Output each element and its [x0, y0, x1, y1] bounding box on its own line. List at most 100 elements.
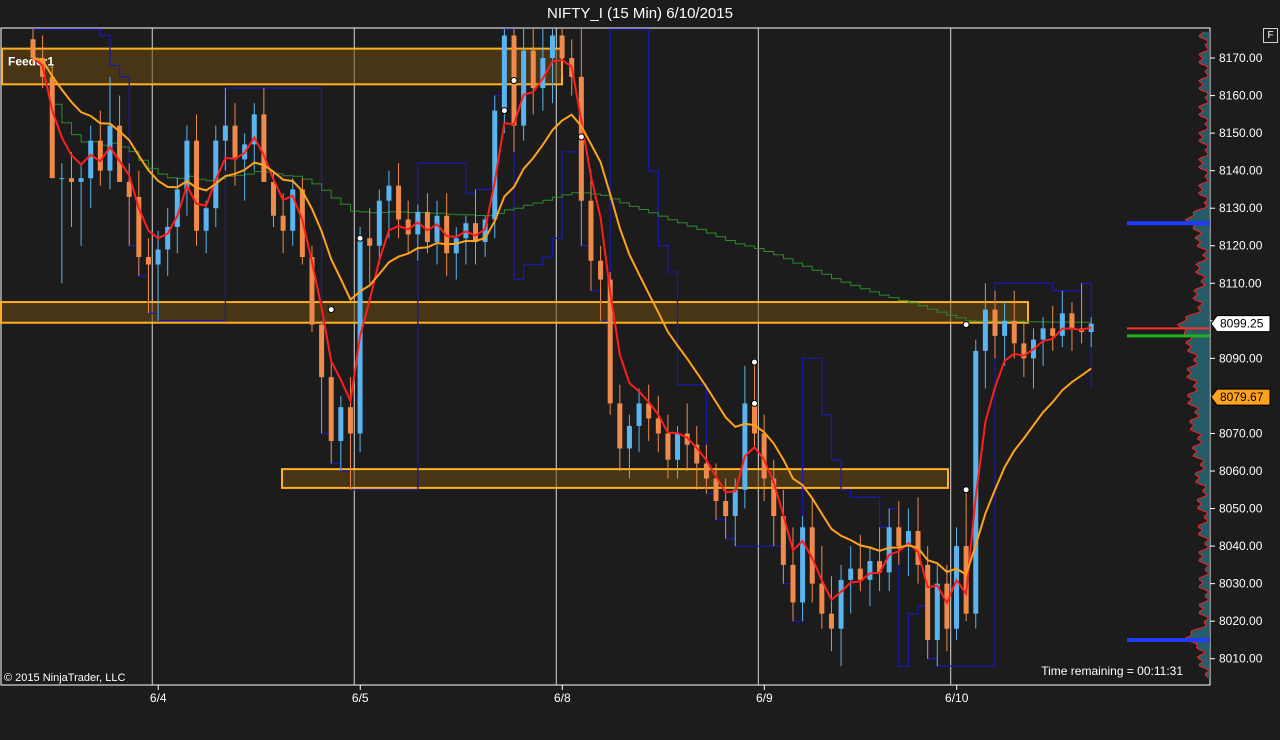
candle-body[interactable] — [934, 583, 940, 640]
candle-body[interactable] — [473, 223, 479, 242]
x-tick-label: 6/5 — [352, 691, 369, 705]
candle-body[interactable] — [88, 140, 94, 179]
candle-body[interactable] — [925, 564, 931, 640]
x-tick-label: 6/9 — [756, 691, 773, 705]
candle-body[interactable] — [386, 185, 392, 201]
candle-body[interactable] — [886, 527, 892, 573]
candle-body[interactable] — [155, 249, 161, 265]
candle-body[interactable] — [328, 377, 334, 441]
candle-body[interactable] — [1069, 313, 1075, 329]
signal-dot — [500, 107, 508, 115]
price-marker-label: 8099.25 — [1220, 317, 1264, 331]
y-tick-label: 8020.00 — [1219, 614, 1263, 628]
candle-body[interactable] — [30, 39, 36, 59]
y-tick-label: 8140.00 — [1219, 164, 1263, 178]
candle-body[interactable] — [992, 309, 998, 336]
chart-title: NIFTY_I (15 Min) 6/10/2015 — [0, 0, 1280, 27]
zone-box[interactable] — [1, 47, 563, 86]
candle-body[interactable] — [675, 433, 681, 460]
zone-box[interactable] — [0, 301, 1029, 324]
candle-body[interactable] — [347, 407, 353, 434]
candle-body[interactable] — [944, 583, 950, 629]
y-tick-label: 8030.00 — [1219, 577, 1263, 591]
candle-body[interactable] — [838, 579, 844, 629]
candle-body[interactable] — [97, 140, 103, 171]
candle-body[interactable] — [424, 211, 430, 242]
candle-body[interactable] — [559, 35, 565, 59]
candle-body[interactable] — [367, 238, 373, 246]
candle-body[interactable] — [222, 125, 228, 141]
y-tick-label: 8170.00 — [1219, 51, 1263, 65]
price-chart[interactable]: Feeder1 8170.008160.008150.008140.008130… — [0, 27, 1280, 740]
candle-body[interactable] — [982, 309, 988, 351]
candle-body[interactable] — [68, 178, 74, 182]
signal-dot — [510, 77, 518, 85]
candle-body[interactable] — [271, 181, 276, 216]
candle-body[interactable] — [617, 403, 623, 449]
y-tick-label: 8110.00 — [1219, 276, 1262, 290]
candle-body[interactable] — [232, 125, 238, 160]
y-tick-label: 8150.00 — [1219, 126, 1263, 140]
candle-body[interactable] — [78, 178, 84, 182]
candle-body[interactable] — [280, 215, 286, 231]
candle-body[interactable] — [203, 208, 209, 231]
candle-body[interactable] — [752, 403, 757, 434]
candle-body[interactable] — [848, 568, 854, 580]
candle-body[interactable] — [828, 613, 834, 629]
candle-body[interactable] — [800, 527, 806, 603]
candle-body[interactable] — [742, 403, 748, 490]
candle-body[interactable] — [857, 568, 863, 580]
candle-body[interactable] — [1011, 320, 1017, 344]
y-tick-label: 8010.00 — [1219, 652, 1263, 666]
candle-body[interactable] — [1050, 328, 1056, 336]
candle-body[interactable] — [1040, 328, 1046, 340]
signal-dot — [962, 486, 970, 494]
candle-body[interactable] — [501, 35, 507, 111]
candle-body[interactable] — [867, 561, 873, 580]
signal-dot — [327, 306, 335, 314]
candle-body[interactable] — [49, 76, 55, 179]
candle-body[interactable] — [145, 257, 151, 265]
candle-body[interactable] — [59, 178, 65, 180]
plot-area[interactable] — [0, 27, 1211, 686]
copyright-text: © 2015 NinjaTrader, LLC — [4, 672, 125, 684]
candle-body[interactable] — [665, 433, 671, 460]
candle-body[interactable] — [636, 403, 642, 426]
candle-body[interactable] — [1002, 320, 1008, 336]
candle-body[interactable] — [549, 35, 555, 59]
candle-body[interactable] — [530, 50, 536, 89]
candle-body[interactable] — [1059, 313, 1065, 336]
candle-body[interactable] — [453, 238, 459, 254]
candle-body[interactable] — [540, 58, 546, 89]
candle-body[interactable] — [819, 583, 825, 614]
zone-box[interactable] — [281, 468, 949, 489]
y-tick-label: 8050.00 — [1219, 502, 1263, 516]
y-tick-label: 8130.00 — [1219, 201, 1263, 215]
candle-body[interactable] — [338, 407, 344, 441]
signal-dot — [751, 358, 758, 366]
candle-body[interactable] — [896, 527, 902, 547]
candle-body[interactable] — [626, 425, 632, 449]
candle-body[interactable] — [703, 463, 709, 479]
candle-body[interactable] — [723, 501, 729, 517]
candle-body[interactable] — [434, 215, 440, 242]
candle-body[interactable] — [396, 185, 402, 220]
candle-body[interactable] — [319, 324, 325, 378]
candle-body[interactable] — [588, 200, 594, 261]
candle-body[interactable] — [521, 50, 527, 126]
y-tick-label: 8040.00 — [1219, 539, 1263, 553]
candle-body[interactable] — [655, 418, 661, 434]
candle-body[interactable] — [732, 489, 738, 517]
x-tick-label: 6/4 — [150, 691, 167, 705]
candle-body[interactable] — [598, 260, 604, 280]
candle-body[interactable] — [790, 564, 796, 603]
candle-body[interactable] — [376, 200, 382, 246]
candle-body[interactable] — [492, 110, 498, 220]
candle-body[interactable] — [713, 478, 719, 502]
y-tick-label: 8070.00 — [1219, 426, 1263, 440]
y-tick-label: 8160.00 — [1219, 89, 1263, 103]
candle-body[interactable] — [261, 114, 267, 182]
format-button[interactable]: F — [1263, 28, 1278, 43]
candle-body[interactable] — [954, 546, 960, 629]
signal-dot — [751, 399, 758, 407]
